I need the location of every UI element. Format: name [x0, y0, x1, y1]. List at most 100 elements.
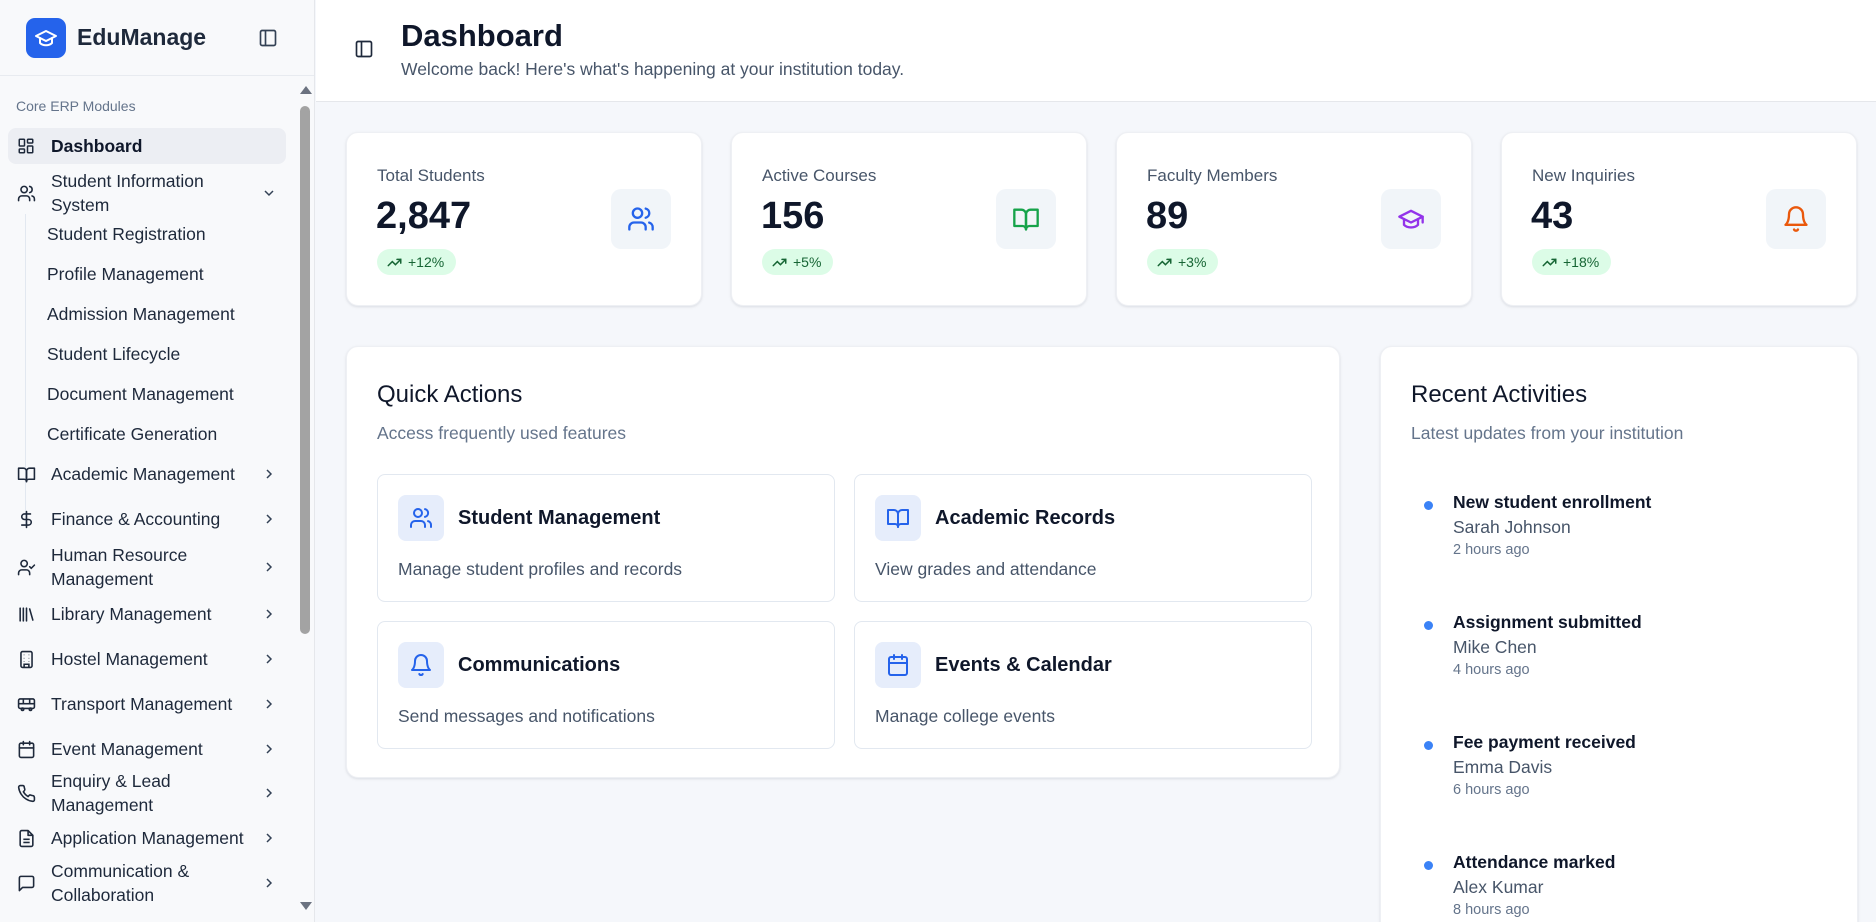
sidebar-subitem-student-lifecycle[interactable]: Student Lifecycle	[47, 342, 180, 366]
sidebar-toggle-icon[interactable]	[353, 38, 375, 60]
trending-up-icon	[772, 258, 787, 266]
scroll-up-arrow-icon[interactable]	[300, 86, 312, 94]
quick-action-events-calendar[interactable]: Events & Calendar Manage college events	[854, 621, 1312, 749]
stat-change-badge: +18%	[1532, 249, 1612, 275]
quick-action-communications[interactable]: Communications Send messages and notific…	[377, 621, 835, 749]
activity-user: Sarah Johnson	[1453, 517, 1571, 537]
sidebar-item-label: Transport Management	[51, 694, 233, 714]
users-icon	[15, 182, 37, 204]
bus-icon	[15, 693, 37, 715]
sidebar-collapse-icon[interactable]	[256, 26, 280, 50]
graduation-cap-icon	[1381, 189, 1441, 249]
calendar-icon	[15, 738, 37, 760]
activity-user: Alex Kumar	[1453, 877, 1544, 897]
action-description: Send messages and notifications	[398, 706, 655, 726]
activity-user: Emma Davis	[1453, 757, 1553, 777]
quick-actions-panel: Quick Actions Access frequently used fea…	[346, 346, 1340, 778]
quick-action-academic-records[interactable]: Academic Records View grades and attenda…	[854, 474, 1312, 602]
calendar-icon	[875, 642, 921, 688]
quick-action-student-management[interactable]: Student Management Manage student profil…	[377, 474, 835, 602]
stat-value: 89	[1146, 195, 1189, 237]
activity-dot	[1424, 861, 1433, 870]
sidebar-item-application-management[interactable]: Application Management	[8, 816, 286, 860]
chevron-right-icon	[260, 650, 278, 668]
message-icon	[15, 872, 37, 894]
panel-subtitle: Access frequently used features	[377, 423, 627, 443]
stat-change: +18%	[1563, 254, 1600, 270]
user-check-icon	[15, 556, 37, 578]
recent-activities-panel: Recent Activities Latest updates from yo…	[1380, 346, 1858, 922]
bell-icon	[1766, 189, 1826, 249]
users-icon	[611, 189, 671, 249]
sidebar-item-label: Communication & Collaboration	[51, 861, 190, 905]
book-open-icon	[996, 189, 1056, 249]
chevron-right-icon	[260, 695, 278, 713]
layout-dashboard-icon	[15, 135, 37, 157]
sidebar-item-label: Academic Management	[51, 464, 235, 484]
library-icon	[15, 603, 37, 625]
action-description: View grades and attendance	[875, 559, 1097, 579]
trending-up-icon	[387, 258, 402, 266]
stat-value: 2,847	[376, 195, 472, 237]
sidebar-subitem-admission-management[interactable]: Admission Management	[47, 302, 235, 326]
sidebar-item-academic-management[interactable]: Academic Management	[8, 452, 286, 496]
sidebar-item-communication-collaboration[interactable]: Communication & Collaboration	[8, 858, 286, 908]
scroll-down-arrow-icon[interactable]	[300, 902, 312, 910]
graduation-cap-logo-icon	[26, 17, 66, 58]
sidebar-item-library-management[interactable]: Library Management	[8, 592, 286, 636]
sidebar-item-hostel-management[interactable]: Hostel Management	[8, 637, 286, 681]
page-subtitle: Welcome back! Here's what's happening at…	[401, 59, 905, 79]
panel-title: Quick Actions	[377, 381, 523, 408]
panel-title: Recent Activities	[1411, 381, 1588, 408]
sidebar-item-dashboard[interactable]: Dashboard	[8, 128, 286, 164]
page-title: Dashboard	[401, 18, 563, 53]
activity-time: 4 hours ago	[1453, 662, 1530, 678]
activity-title: New student enrollment	[1453, 492, 1652, 512]
chevron-right-icon	[260, 605, 278, 623]
sidebar-subitem-certificate-generation[interactable]: Certificate Generation	[47, 422, 217, 446]
activity-dot	[1424, 621, 1433, 630]
sidebar-item-human-resource-management[interactable]: Human Resource Management	[8, 542, 286, 592]
scrollbar-thumb[interactable]	[300, 106, 310, 634]
trending-up-icon	[1542, 258, 1557, 266]
page-header: Dashboard Welcome back! Here's what's ha…	[316, 0, 1876, 102]
sidebar-item-label: Event Management	[51, 739, 203, 759]
sidebar-item-transport-management[interactable]: Transport Management	[8, 682, 286, 726]
activity-dot	[1424, 741, 1433, 750]
sidebar-item-enquiry-lead-management[interactable]: Enquiry & Lead Management	[8, 768, 286, 818]
action-description: Manage college events	[875, 706, 1055, 726]
book-open-icon	[875, 495, 921, 541]
app-name: EduManage	[77, 24, 207, 50]
stat-change: +3%	[1178, 254, 1207, 270]
sidebar-item-label: Dashboard	[51, 136, 143, 156]
activity-time: 8 hours ago	[1453, 902, 1530, 918]
sidebar-item-event-management[interactable]: Event Management	[8, 727, 286, 771]
sidebar-item-label: Library Management	[51, 604, 212, 624]
stat-change-badge: +12%	[377, 249, 457, 275]
activity-time: 2 hours ago	[1453, 542, 1530, 558]
activity-dot	[1424, 501, 1433, 510]
dollar-icon	[15, 508, 37, 530]
action-title: Events & Calendar	[935, 654, 1112, 676]
stat-card-faculty-members: Faculty Members 89 +3%	[1116, 132, 1472, 306]
sidebar-item-student-information-system[interactable]: Student Information System	[8, 168, 286, 218]
stat-change-badge: +5%	[762, 249, 834, 275]
panel-subtitle: Latest updates from your institution	[1411, 423, 1684, 443]
sidebar-item-finance-accounting[interactable]: Finance & Accounting	[8, 497, 286, 541]
sidebar-subitem-student-registration[interactable]: Student Registration	[47, 222, 206, 246]
brand-header: EduManage	[0, 0, 314, 76]
nav-section-label: Core ERP Modules	[16, 98, 136, 114]
stat-change: +12%	[408, 254, 445, 270]
trending-up-icon	[1157, 258, 1172, 266]
chevron-down-icon	[260, 184, 278, 202]
action-description: Manage student profiles and records	[398, 559, 683, 579]
sidebar-scrollbar[interactable]	[296, 84, 315, 922]
stat-card-new-inquiries: New Inquiries 43 +18%	[1501, 132, 1857, 306]
stat-label: Faculty Members	[1147, 166, 1278, 185]
sidebar-subitem-document-management[interactable]: Document Management	[47, 382, 234, 406]
book-icon	[15, 463, 37, 485]
stat-label: New Inquiries	[1532, 166, 1635, 185]
sidebar-item-label: Finance & Accounting	[51, 509, 221, 529]
stat-label: Active Courses	[762, 166, 877, 185]
sidebar-subitem-profile-management[interactable]: Profile Management	[47, 262, 204, 286]
